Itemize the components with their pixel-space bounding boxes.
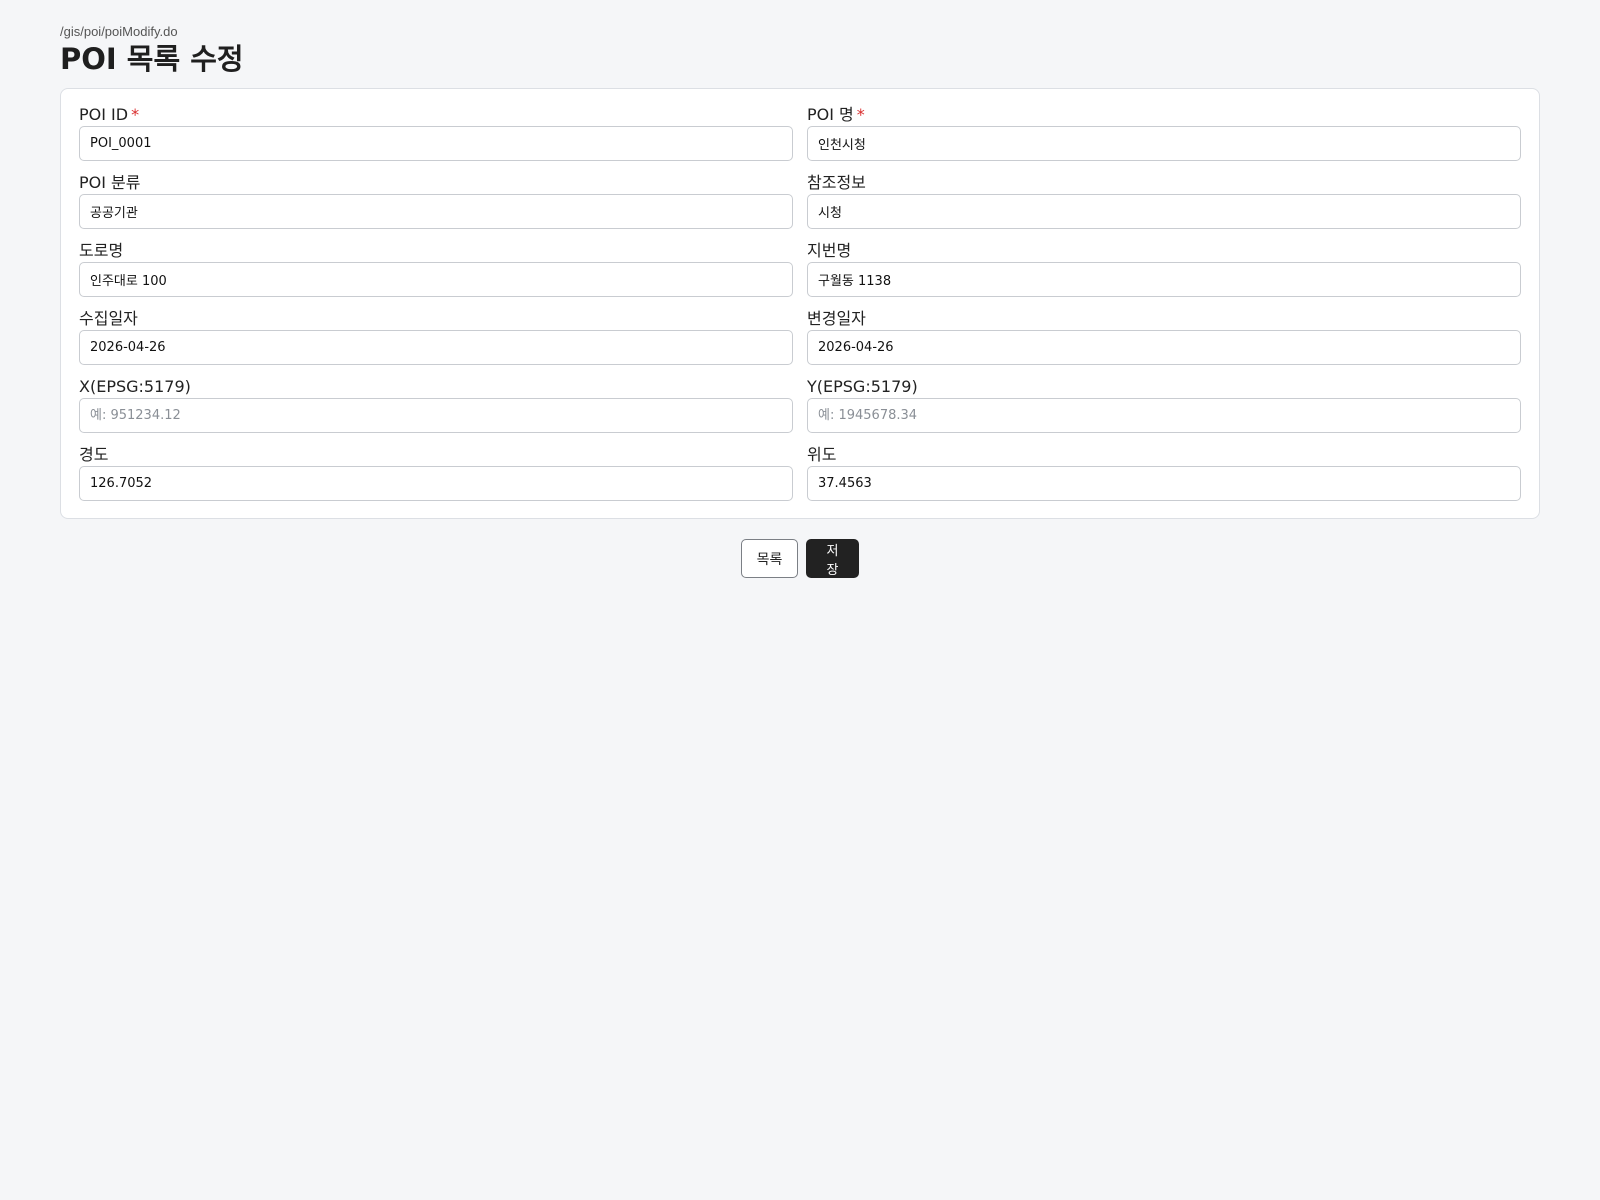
page: /gis/poi/poiModify.do POI 목록 수정 POI ID * …: [0, 0, 1600, 1200]
x-coord-input[interactable]: [79, 398, 793, 433]
y-coord-label: Y(EPSG:5179): [807, 377, 918, 396]
lot-name-input[interactable]: [807, 262, 1521, 297]
list-button[interactable]: 목록: [741, 539, 798, 578]
field-collect-date: 수집일자: [79, 309, 793, 377]
poi-id-label: POI ID *: [79, 105, 140, 124]
poi-form-grid: POI ID* POI 명* POI 분류 참조정보 도로명 지번명: [79, 105, 1521, 513]
collect-date-label: 수집일자: [79, 309, 138, 328]
field-x-coord: X(EPSG:5179): [79, 377, 793, 445]
field-reference: 참조정보: [807, 173, 1521, 241]
required-mark: *: [856, 105, 865, 124]
collect-date-input[interactable]: [79, 330, 793, 365]
poi-name-input[interactable]: [807, 126, 1521, 161]
y-coord-input[interactable]: [807, 398, 1521, 433]
latitude-label: 위도: [807, 445, 837, 464]
field-latitude: 위도: [807, 445, 1521, 513]
field-poi-id: POI ID *: [79, 105, 793, 173]
field-road-name: 도로명: [79, 241, 793, 309]
latitude-input[interactable]: [807, 466, 1521, 501]
modify-date-input[interactable]: [807, 330, 1521, 365]
poi-category-label: POI 분류: [79, 173, 141, 192]
road-name-label: 도로명: [79, 241, 124, 260]
field-lot-name: 지번명: [807, 241, 1521, 309]
poi-id-input[interactable]: [79, 126, 793, 161]
longitude-label: 경도: [79, 445, 109, 464]
field-modify-date: 변경일자: [807, 309, 1521, 377]
road-name-input[interactable]: [79, 262, 793, 297]
x-coord-label: X(EPSG:5179): [79, 377, 191, 396]
poi-category-input[interactable]: [79, 194, 793, 229]
save-button[interactable]: 저장: [806, 539, 859, 578]
field-poi-category: POI 분류: [79, 173, 793, 241]
poi-name-label: POI 명 *: [807, 105, 865, 124]
poi-form-card: POI ID* POI 명* POI 분류 참조정보 도로명 지번명: [60, 88, 1540, 519]
reference-label: 참조정보: [807, 173, 866, 192]
lot-name-label: 지번명: [807, 241, 852, 260]
reference-input[interactable]: [807, 194, 1521, 229]
required-mark: *: [131, 105, 140, 124]
modify-date-label: 변경일자: [807, 309, 866, 328]
page-title: POI 목록 수정: [60, 42, 244, 76]
field-y-coord: Y(EPSG:5179): [807, 377, 1521, 445]
field-poi-name: POI 명 *: [807, 105, 1521, 173]
field-longitude: 경도: [79, 445, 793, 513]
longitude-input[interactable]: [79, 466, 793, 501]
form-actions: 목록 저장: [0, 539, 1600, 578]
